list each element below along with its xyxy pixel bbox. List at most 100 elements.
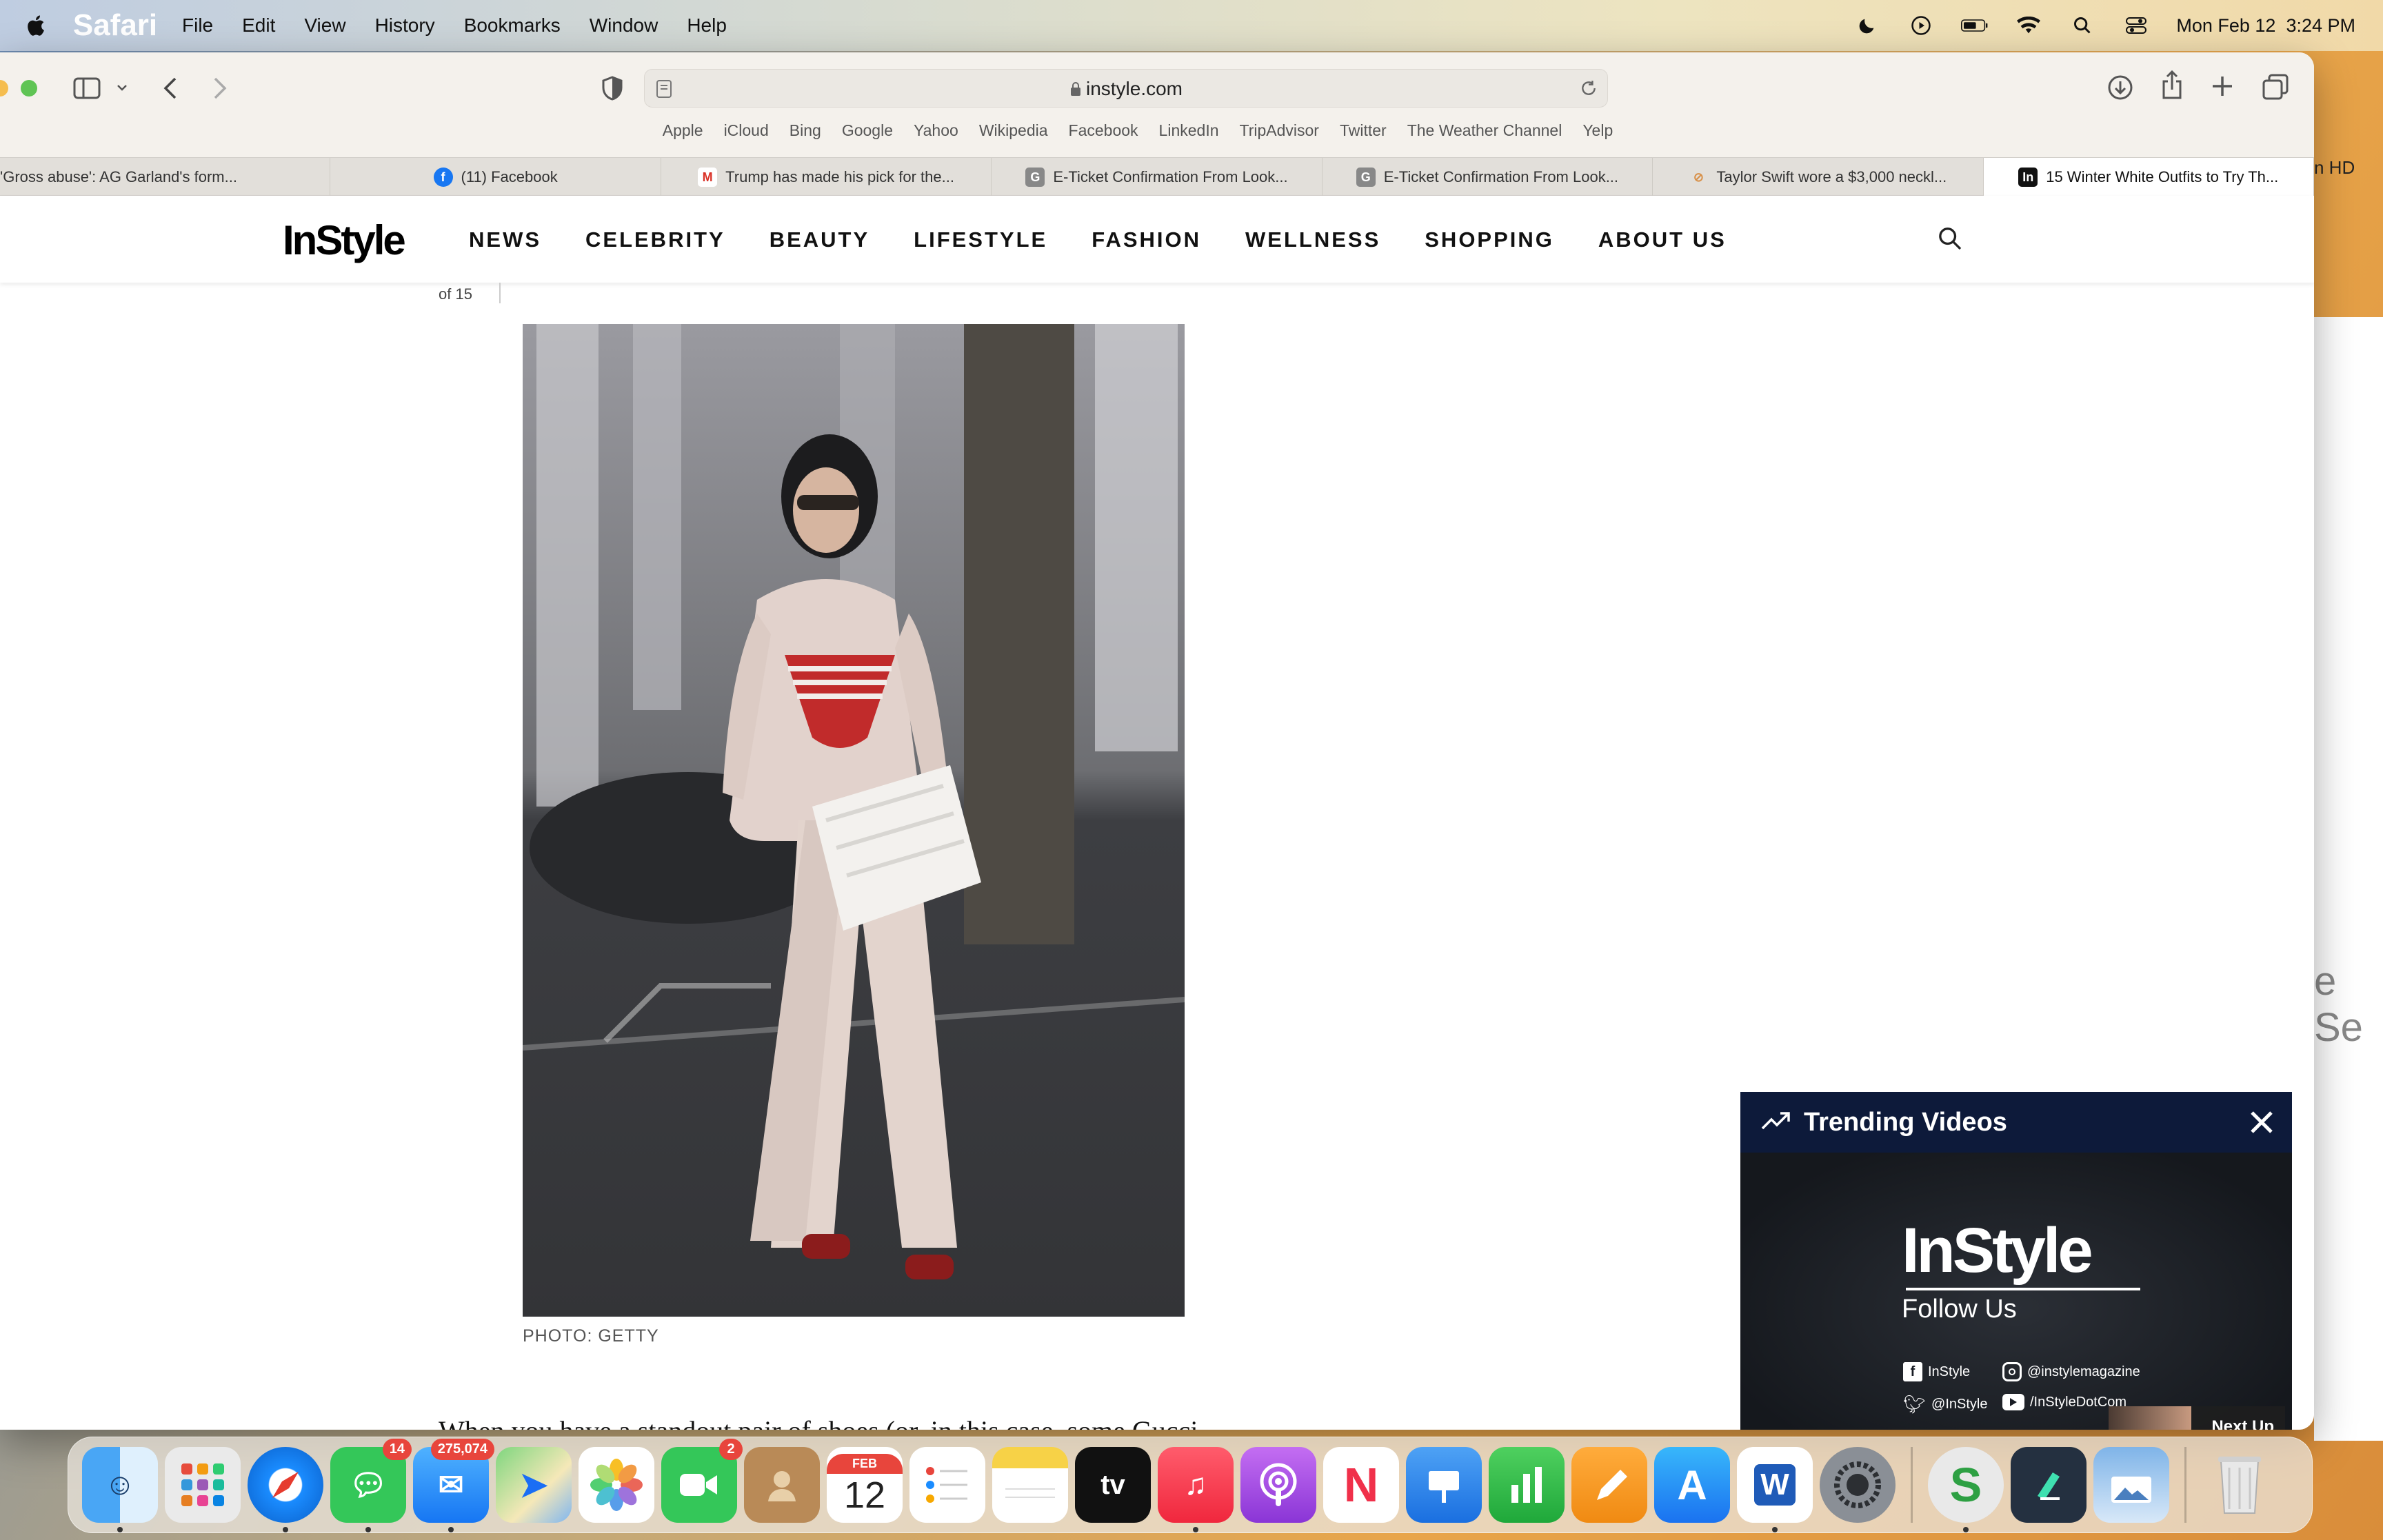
tab-label: (11) Facebook (461, 168, 558, 185)
slide-counter: of 15 (439, 285, 472, 303)
browser-tab[interactable]: ⊘ Taylor Swift wore a $3,000 neckl... (1653, 158, 1984, 196)
nav-celebrity[interactable]: CELEBRITY (585, 227, 725, 252)
numbers-icon[interactable] (1489, 1447, 1565, 1523)
mail-icon[interactable]: ✉︎ 275,074 (413, 1439, 494, 1532)
nav-fashion[interactable]: FASHION (1092, 227, 1201, 252)
share-button-icon[interactable] (2161, 70, 2183, 104)
video-instyle-logo: InStyle (1902, 1215, 2093, 1286)
instyle-logo[interactable]: InStyle (283, 216, 406, 264)
menu-view[interactable]: View (304, 14, 345, 37)
menu-history[interactable]: History (375, 14, 435, 37)
download-icon[interactable] (2107, 74, 2133, 104)
favorite-link[interactable]: LinkedIn (1159, 121, 1219, 149)
browser-tab[interactable]: G E-Ticket Confirmation From Look... (992, 158, 1323, 196)
article-body-text: When you have a standout pair of shoes (… (439, 1415, 1198, 1430)
filmora-icon[interactable] (2011, 1447, 2087, 1523)
podcasts-icon[interactable] (1240, 1447, 1316, 1523)
favorite-link[interactable]: Twitter (1340, 121, 1387, 149)
apple-tv-icon[interactable]: tv (1075, 1447, 1151, 1523)
moon-icon[interactable] (1853, 15, 1881, 36)
browser-tab[interactable]: 'Gross abuse': AG Garland's form... (0, 158, 331, 196)
minimize-button[interactable] (0, 80, 8, 97)
tab-overview-icon[interactable] (2262, 73, 2289, 104)
chevron-down-icon[interactable] (116, 81, 128, 97)
slide-divider (499, 283, 501, 303)
desktop-partial-text: e Se (2314, 959, 2363, 1050)
address-bar[interactable]: instyle.com (644, 69, 1608, 108)
nav-wellness[interactable]: WELLNESS (1245, 227, 1380, 252)
next-up-button[interactable]: Next Up (2109, 1406, 2285, 1430)
wifi-icon[interactable] (2015, 15, 2042, 36)
favorite-link[interactable]: Apple (663, 121, 703, 149)
music-icon[interactable]: ♫ (1158, 1447, 1234, 1532)
favorite-link[interactable]: Yelp (1582, 121, 1613, 149)
menu-file[interactable]: File (182, 14, 213, 37)
safari-icon[interactable] (248, 1447, 323, 1532)
close-icon[interactable] (2246, 1107, 2277, 1137)
favorite-link[interactable]: Wikipedia (979, 121, 1048, 149)
menu-clock[interactable]: Mon Feb 12 3:24 PM (2176, 15, 2355, 37)
notes-icon[interactable] (992, 1447, 1068, 1523)
dock: ☺ 💬︎ 14 ✉︎ 275,074 ➤ 2 FEB 12 tv ♫ N A W S (68, 1437, 2313, 1533)
nav-shopping[interactable]: SHOPPING (1425, 227, 1554, 252)
maps-icon[interactable]: ➤ (496, 1447, 572, 1523)
keynote-icon[interactable] (1406, 1447, 1482, 1523)
preview-icon[interactable] (2093, 1447, 2169, 1523)
favorite-link[interactable]: iCloud (724, 121, 769, 149)
menu-help[interactable]: Help (687, 14, 727, 37)
news-icon[interactable]: N (1323, 1447, 1399, 1523)
back-button[interactable] (161, 76, 181, 104)
battery-icon[interactable] (1961, 15, 1989, 36)
favorite-link[interactable]: Google (842, 121, 893, 149)
favorite-link[interactable]: TripAdvisor (1240, 121, 1319, 149)
new-tab-icon[interactable] (2211, 74, 2234, 101)
apple-icon[interactable] (25, 14, 46, 37)
tab-label: E-Ticket Confirmation From Look... (1383, 168, 1619, 185)
app-store-icon[interactable]: A (1654, 1447, 1730, 1523)
browser-tab[interactable]: M Trump has made his pick for the... (661, 158, 992, 196)
spotlight-search-icon[interactable] (2069, 15, 2096, 36)
finder-icon[interactable]: ☺ (82, 1447, 158, 1532)
nav-news[interactable]: NEWS (469, 227, 541, 252)
favorite-link[interactable]: The Weather Channel (1407, 121, 1562, 149)
browser-tab-active[interactable]: In 15 Winter White Outfits to Try Th... (1983, 158, 2314, 196)
word-icon[interactable]: W (1737, 1447, 1813, 1532)
tab-label: E-Ticket Confirmation From Look... (1053, 168, 1288, 185)
browser-tab[interactable]: f (11) Facebook (330, 158, 661, 196)
browser-tab[interactable]: G E-Ticket Confirmation From Look... (1323, 158, 1653, 196)
control-center-icon[interactable] (2122, 15, 2150, 36)
pages-icon[interactable] (1571, 1447, 1647, 1523)
launchpad-icon[interactable] (165, 1447, 241, 1523)
video-frame[interactable]: InStyle Follow Us f InStyle @instylemagaz… (1740, 1153, 2292, 1430)
zoom-button[interactable] (21, 80, 37, 97)
search-icon[interactable] (1936, 225, 1964, 256)
reminders-icon[interactable] (909, 1447, 985, 1523)
system-settings-icon[interactable] (1820, 1447, 1896, 1523)
scrivener-icon[interactable]: S (1928, 1447, 2004, 1532)
reload-icon[interactable] (1580, 79, 1598, 101)
sidebar-icon[interactable] (73, 77, 101, 103)
messages-icon[interactable]: 💬︎ 14 (330, 1439, 412, 1532)
menu-edit[interactable]: Edit (242, 14, 275, 37)
trash-icon[interactable] (2202, 1447, 2278, 1523)
favorite-link[interactable]: Yahoo (914, 121, 958, 149)
photos-icon[interactable] (579, 1447, 654, 1523)
next-up-thumbnail (2109, 1406, 2191, 1430)
nav-lifestyle[interactable]: LIFESTYLE (914, 227, 1047, 252)
favorite-link[interactable]: Facebook (1069, 121, 1138, 149)
nav-beauty[interactable]: BEAUTY (770, 227, 869, 252)
url-display: instyle.com (645, 70, 1607, 108)
social-twitter: 🐦︎ @InStyle (1903, 1394, 1987, 1415)
facetime-icon[interactable]: 2 (661, 1439, 743, 1523)
contacts-icon[interactable] (744, 1447, 820, 1523)
play-icon[interactable] (1907, 15, 1935, 36)
menu-window[interactable]: Window (590, 14, 658, 37)
nav-about-us[interactable]: ABOUT US (1598, 227, 1727, 252)
privacy-shield-icon[interactable] (601, 76, 623, 104)
social-handle: @instylemagazine (2027, 1364, 2140, 1379)
calendar-icon[interactable]: FEB 12 (827, 1447, 903, 1523)
leaf-icon: ⊘ (1693, 170, 1704, 184)
favorite-link[interactable]: Bing (790, 121, 821, 149)
forward-button[interactable] (210, 76, 229, 104)
menu-bookmarks[interactable]: Bookmarks (464, 14, 561, 37)
